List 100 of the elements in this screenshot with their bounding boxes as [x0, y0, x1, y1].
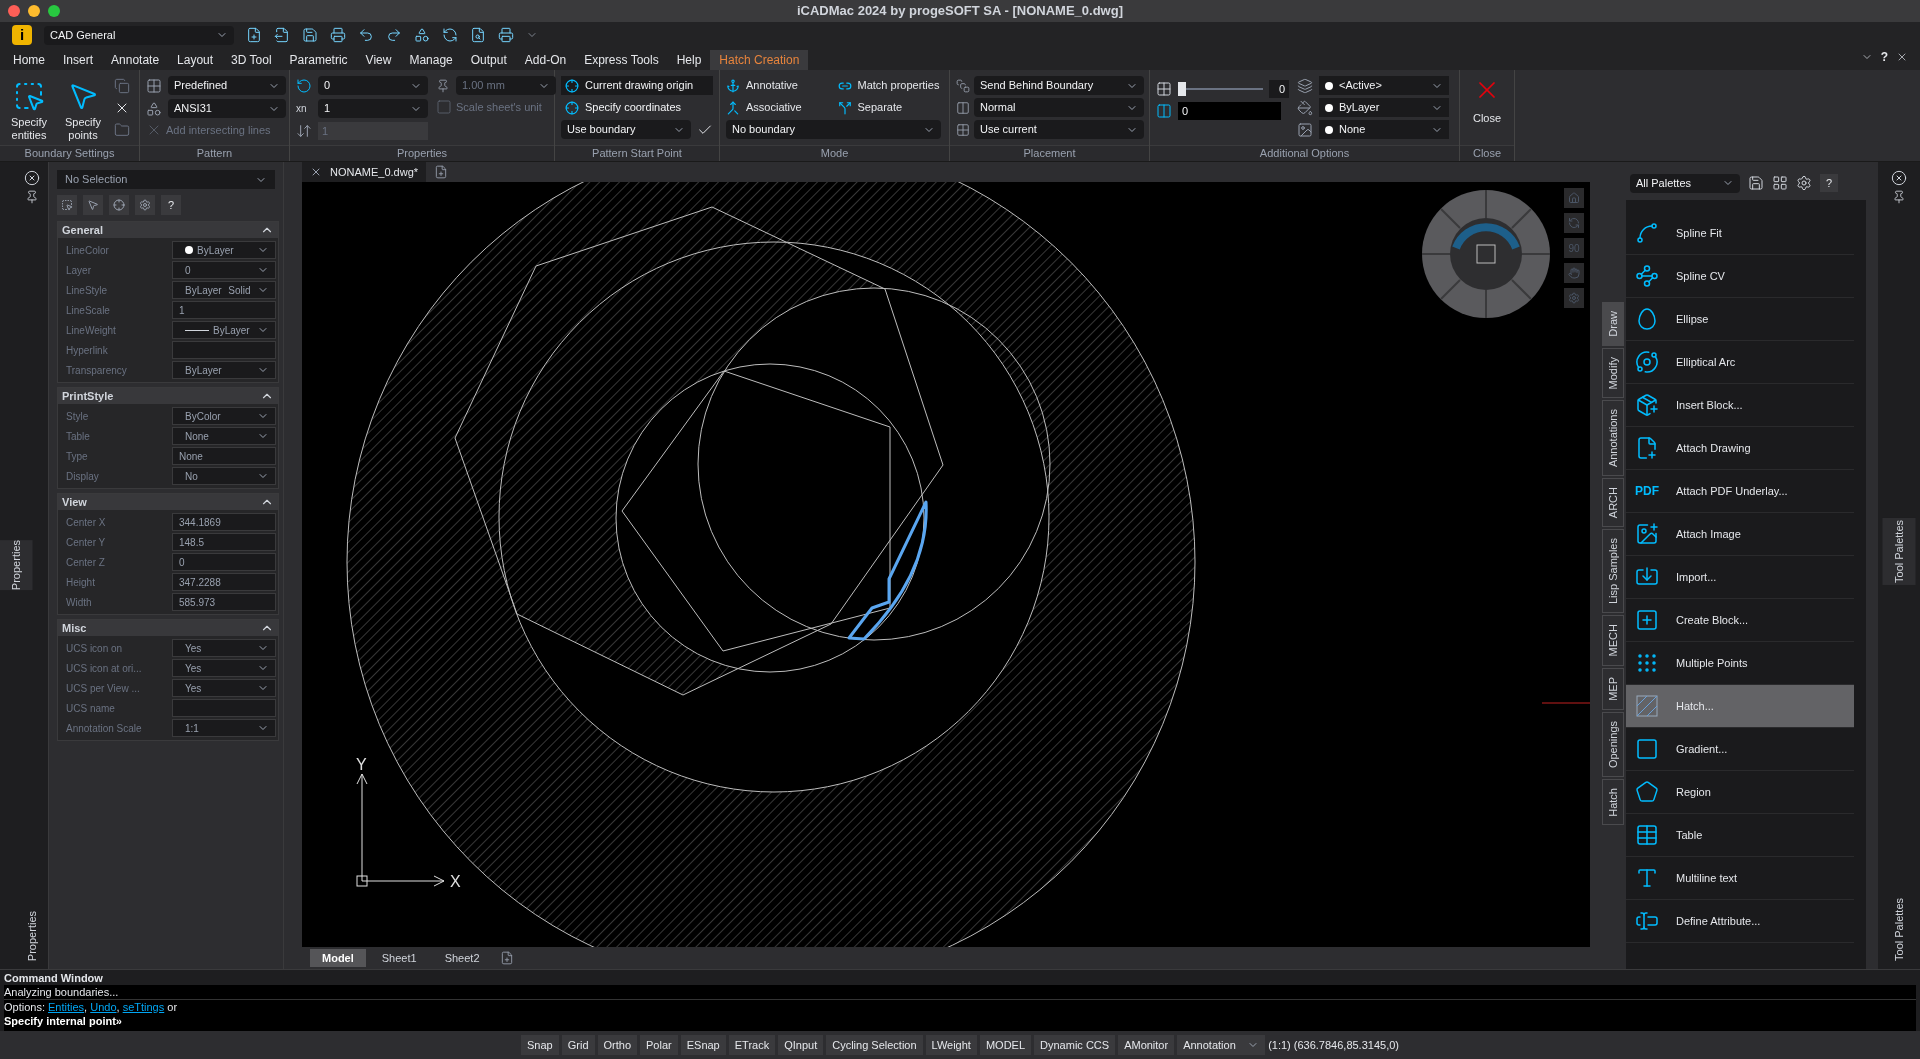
pattern-type-select[interactable]: Predefined — [168, 76, 286, 95]
property-field[interactable]: 347.2288 — [172, 573, 276, 591]
property-field[interactable]: 585.973 — [172, 593, 276, 611]
pattern-name-select[interactable]: ANSI31 — [168, 99, 286, 118]
workspace-select[interactable]: CAD General — [44, 25, 234, 45]
help-button[interactable]: ? — [1820, 174, 1838, 192]
mode-button[interactable]: Match properties — [837, 76, 941, 95]
start-point-option[interactable]: Specify coordinates — [561, 98, 713, 117]
property-select[interactable]: ByColor — [172, 407, 276, 425]
property-field[interactable]: 1 — [172, 301, 276, 319]
ribbon-button[interactable]: Specify points — [60, 76, 106, 145]
command-option-link[interactable]: seTtings — [122, 1001, 165, 1013]
palette-item[interactable]: Gradient... — [1626, 728, 1854, 771]
transparency-value[interactable]: 0 — [1269, 80, 1289, 98]
palette-item[interactable]: Region — [1626, 771, 1854, 814]
menu-tab[interactable]: Manage — [400, 50, 462, 70]
placement-select[interactable]: Normal — [974, 98, 1144, 117]
angle-select[interactable]: 0 — [318, 76, 428, 95]
menu-tab[interactable]: Add-On — [515, 50, 576, 70]
palette-item[interactable]: Create Block... — [1626, 599, 1854, 642]
document-tab[interactable]: NONAME_0.dwg* — [302, 162, 427, 182]
palette-item[interactable]: Multiline text — [1626, 857, 1854, 900]
status-toggle[interactable]: Grid — [561, 1035, 595, 1055]
palette-tab[interactable]: Modify — [1602, 347, 1624, 399]
property-field[interactable]: None — [172, 447, 276, 465]
menu-tab[interactable]: Layout — [168, 50, 223, 70]
property-select[interactable]: Yes — [172, 679, 276, 697]
tool-palettes-tab[interactable]: Tool Palettes — [1890, 898, 1908, 961]
gap-field[interactable]: 0 — [1178, 102, 1281, 120]
palette-tab[interactable]: Lisp Samples — [1602, 529, 1624, 614]
menu-tab[interactable]: Parametric — [280, 50, 357, 70]
option-select[interactable]: <Active> — [1319, 76, 1449, 95]
palette-item[interactable]: Attach Drawing — [1626, 427, 1854, 470]
scale-select[interactable]: 1 — [318, 99, 428, 118]
palette-tab[interactable]: Openings — [1602, 711, 1624, 777]
placement-select[interactable]: Send Behind Boundary — [974, 76, 1144, 95]
placement-select[interactable]: Use current — [974, 120, 1144, 139]
annotation-select[interactable]: Annotation — [1177, 1035, 1266, 1055]
palette-item[interactable]: Spline Fit — [1626, 212, 1854, 255]
start-point-option[interactable]: Current drawing origin — [561, 76, 713, 95]
property-select[interactable]: ByLayer — [172, 361, 276, 379]
palette-item[interactable]: Import... — [1626, 556, 1854, 599]
property-field[interactable]: 0 — [172, 553, 276, 571]
palette-tab[interactable]: Draw — [1602, 302, 1624, 346]
status-toggle[interactable]: ESnap — [680, 1035, 726, 1055]
status-toggle[interactable]: AMonitor — [1118, 1035, 1175, 1055]
status-toggle[interactable]: Ortho — [597, 1035, 637, 1055]
property-select[interactable]: Yes — [172, 639, 276, 657]
palette-filter-select[interactable]: All Palettes — [1630, 173, 1740, 193]
mode-button[interactable]: Annotative — [726, 76, 830, 95]
help-icon[interactable]: ? — [1880, 48, 1888, 66]
status-toggle[interactable]: Polar — [640, 1035, 678, 1055]
palette-item[interactable]: Elliptical Arc — [1626, 341, 1854, 384]
status-toggle[interactable]: MODEL — [979, 1035, 1032, 1055]
status-toggle[interactable]: Cycling Selection — [826, 1035, 923, 1055]
section-header[interactable]: General — [58, 222, 278, 238]
status-toggle[interactable]: QInput — [778, 1035, 824, 1055]
command-option-link[interactable]: Undo — [90, 1001, 117, 1013]
property-select[interactable]: ByLayer — [172, 321, 276, 339]
property-select[interactable]: ByLayer — [172, 241, 276, 259]
property-select[interactable]: Yes — [172, 659, 276, 677]
property-field[interactable]: 148.5 — [172, 533, 276, 551]
mode-button[interactable]: Separate — [837, 98, 941, 117]
section-header[interactable]: View — [58, 494, 278, 510]
palette-item[interactable]: PDF Attach PDF Underlay... — [1626, 470, 1854, 513]
properties-tab[interactable]: Properties — [0, 540, 33, 591]
option-select[interactable]: ByLayer — [1319, 98, 1449, 117]
status-toggle[interactable]: Dynamic CCS — [1034, 1035, 1116, 1055]
help-button[interactable]: ? — [161, 195, 181, 215]
mode-button[interactable]: Associative — [726, 98, 830, 117]
palette-item[interactable]: Attach Image — [1626, 513, 1854, 556]
close-ribbon-button[interactable]: Close — [1466, 76, 1508, 145]
menu-tab[interactable]: Insert — [54, 50, 103, 70]
property-field[interactable]: 344.1869 — [172, 513, 276, 531]
menu-tab[interactable]: Help — [667, 50, 711, 70]
selection-select[interactable]: No Selection — [57, 170, 275, 189]
palette-item[interactable]: Table — [1626, 814, 1854, 857]
property-select[interactable]: No — [172, 467, 276, 485]
status-toggle[interactable]: Snap — [521, 1035, 559, 1055]
palette-item[interactable]: Ellipse — [1626, 298, 1854, 341]
menu-tab[interactable]: Annotate — [102, 50, 169, 70]
properties-tab[interactable]: Properties — [23, 910, 41, 961]
sheet-tab[interactable]: Model — [310, 949, 366, 967]
section-header[interactable]: PrintStyle — [58, 388, 278, 404]
palette-tab[interactable]: Hatch — [1602, 778, 1624, 826]
boundary-select[interactable]: No boundary — [726, 120, 941, 139]
sheet-tab[interactable]: Sheet1 — [369, 949, 429, 967]
palette-item[interactable]: Hatch... — [1626, 685, 1854, 728]
palette-item[interactable]: Spline CV — [1626, 255, 1854, 298]
menu-tab[interactable]: Output — [461, 50, 516, 70]
boundary-select[interactable]: Use boundary — [561, 120, 691, 139]
menu-tab[interactable]: Express Tools — [575, 50, 668, 70]
menu-tab[interactable]: Home — [4, 50, 54, 70]
menu-tab[interactable]: Hatch Creation — [710, 50, 809, 70]
option-select[interactable]: None — [1319, 120, 1449, 139]
palette-item[interactable]: Insert Block... — [1626, 384, 1854, 427]
property-select[interactable]: 0 — [172, 261, 276, 279]
palette-item[interactable]: Define Attribute... — [1626, 900, 1854, 943]
property-select[interactable]: ByLayer Solid — [172, 281, 276, 299]
palette-tab[interactable]: Annotations — [1602, 400, 1624, 477]
